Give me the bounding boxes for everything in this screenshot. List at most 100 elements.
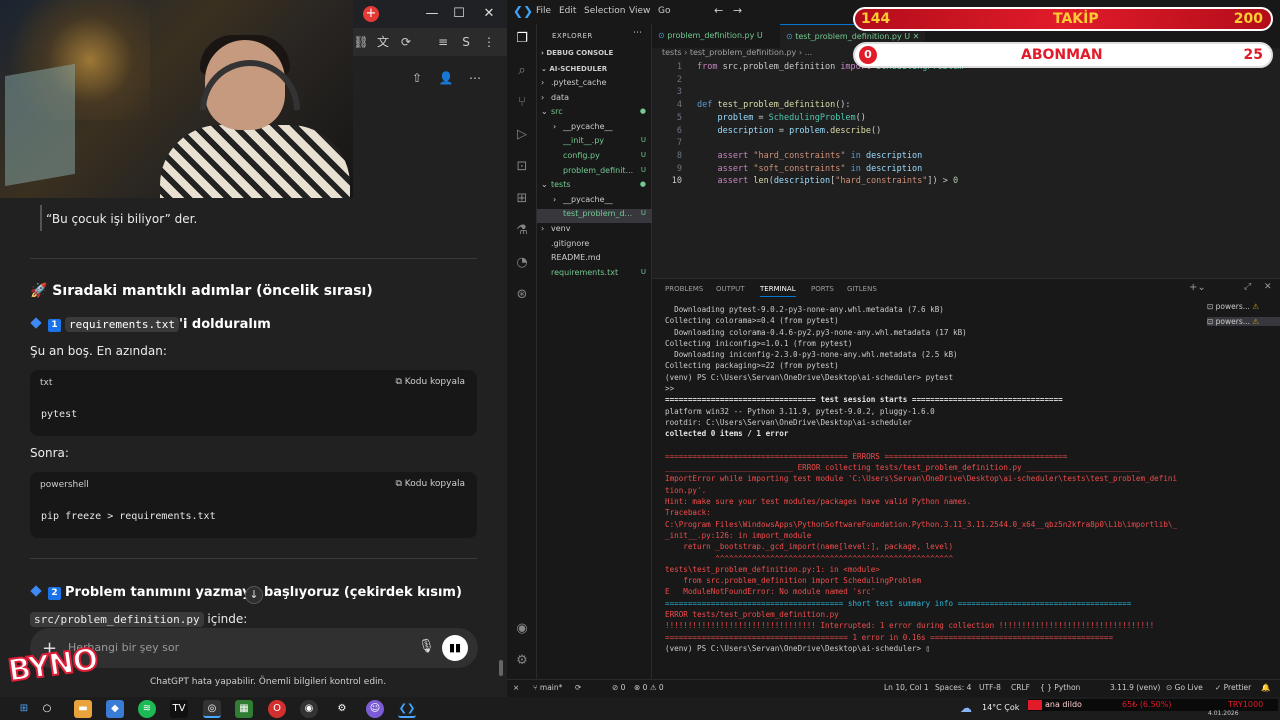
copilot-icon[interactable]: ◆	[106, 700, 124, 718]
maximize-panel-icon[interactable]: ⤢	[1244, 282, 1251, 292]
tree-item[interactable]: ⌄ src ●	[537, 107, 652, 121]
code-line[interactable]: assert "soft_constraints" in description	[697, 164, 922, 174]
browser-icon[interactable]: ◉	[300, 700, 318, 718]
cursor-position[interactable]: Ln 10, Col 1	[884, 683, 929, 692]
search-icon[interactable]: ○	[38, 700, 56, 718]
ports-status[interactable]: ⊘ 0	[612, 683, 625, 692]
start-icon[interactable]: ⊞	[15, 700, 33, 718]
tree-item[interactable]: test_problem_d... U	[537, 209, 652, 224]
branch-status[interactable]: ⑂ main*	[533, 683, 562, 692]
language-status[interactable]: { } Python	[1040, 683, 1080, 692]
translate-icon[interactable]: 文	[375, 34, 391, 50]
notifications-icon[interactable]: 🔔	[1261, 683, 1270, 692]
code-line[interactable]: def test_problem_definition():	[697, 100, 851, 110]
search-icon[interactable]: ⌕	[507, 58, 537, 84]
run-debug-icon[interactable]: ▷	[507, 122, 537, 148]
menu-selection[interactable]: Selection	[584, 6, 625, 16]
menu-icon[interactable]: ⋮	[481, 34, 497, 50]
testing-icon[interactable]: ⚗	[507, 218, 537, 244]
tree-item[interactable]: › __pycache__	[537, 195, 652, 209]
tree-item[interactable]: README.md	[537, 253, 652, 267]
menu-go[interactable]: Go	[658, 6, 670, 16]
more-icon[interactable]: ⋯	[467, 70, 483, 86]
vscode-taskbar-icon[interactable]: ❮❯	[398, 700, 416, 718]
scrollbar-thumb[interactable]	[499, 660, 503, 676]
breadcrumb[interactable]: tests › test_problem_definition.py › ...	[662, 48, 812, 57]
share-icon[interactable]: ⇧	[409, 70, 425, 86]
spotify-icon[interactable]: ≋	[138, 700, 156, 718]
settings-gear-icon[interactable]: ⚙	[507, 648, 537, 674]
tree-item[interactable]: › __pycache__	[537, 122, 652, 136]
remote-indicator-icon[interactable]: ⨯	[513, 683, 519, 692]
encoding-status[interactable]: UTF-8	[979, 683, 1001, 692]
forward-arrow-icon[interactable]: →	[733, 4, 742, 17]
gitlens-icon[interactable]: ◔	[507, 250, 537, 276]
terminal-session[interactable]: ⊡ powers... ⚠	[1207, 302, 1259, 311]
indent-status[interactable]: Spaces: 4	[935, 683, 971, 692]
tab-gitlens[interactable]: GITLENS	[847, 285, 877, 293]
copy-code-button[interactable]: ⧉ Kodu kopyala	[395, 377, 465, 387]
microphone-icon[interactable]: 🎙	[418, 639, 435, 654]
opera-icon[interactable]: O	[268, 700, 286, 718]
more-actions-icon[interactable]: ⋯	[633, 28, 642, 38]
tab-ports[interactable]: PORTS	[811, 285, 834, 293]
copy-code-button[interactable]: ⧉ Kodu kopyala	[395, 479, 465, 489]
tree-item[interactable]: __init__.py U	[537, 136, 652, 150]
tree-item[interactable]: › data	[537, 93, 652, 107]
add-user-icon[interactable]: 👤	[438, 70, 454, 86]
new-tab-icon[interactable]: +	[363, 6, 379, 22]
menu-edit[interactable]: Edit	[559, 6, 576, 16]
tree-item[interactable]: problem_definit... U	[537, 166, 652, 180]
source-control-icon[interactable]: ⑂	[507, 90, 537, 116]
prettier-status[interactable]: ✓ Prettier	[1215, 683, 1251, 692]
tree-item[interactable]: config.py U	[537, 151, 652, 165]
back-arrow-icon[interactable]: ←	[714, 4, 723, 17]
media-icon[interactable]: ≡	[435, 34, 451, 50]
voice-mode-button[interactable]: ▮▮	[442, 635, 468, 661]
tab-problems[interactable]: PROBLEMS	[665, 285, 703, 293]
store-icon[interactable]: ▦	[235, 700, 253, 718]
code-line[interactable]: assert len(description["hard_constraints…	[697, 176, 958, 186]
explorer-icon[interactable]: ❐	[507, 26, 537, 52]
steam-icon[interactable]: ⚙	[333, 700, 351, 718]
tree-item[interactable]: .gitignore	[537, 239, 652, 253]
code-line[interactable]: assert "hard_constraints" in description	[697, 151, 922, 161]
tree-item[interactable]: ⌄ tests ●	[537, 180, 652, 194]
extension-icon[interactable]: ⟳	[398, 34, 414, 50]
maximize-icon[interactable]: ☐	[445, 4, 473, 24]
minimize-icon[interactable]: —	[418, 4, 446, 24]
scroll-down-button[interactable]: ↓	[245, 586, 263, 604]
tab-terminal[interactable]: TERMINAL	[760, 285, 796, 297]
terminal-session[interactable]: ⊡ powers... ⚠	[1207, 317, 1280, 326]
code-line[interactable]: problem = SchedulingProblem()	[697, 113, 865, 123]
menu-file[interactable]: File	[536, 6, 551, 16]
code-editor[interactable]: 1from src.problem_definition import Sche…	[652, 60, 1280, 275]
menu-view[interactable]: View	[629, 6, 650, 16]
project-section[interactable]: ⌄ AI-SCHEDULER	[541, 65, 607, 73]
link-icon[interactable]: ⛓	[353, 34, 369, 50]
new-terminal-icon[interactable]: +⌄	[1189, 282, 1206, 293]
tree-item[interactable]: › .pytest_cache	[537, 78, 652, 92]
go-live-button[interactable]: ⊙ Go Live	[1166, 683, 1203, 692]
tab-problem-definition[interactable]: ⊙ problem_definition.py U	[652, 24, 769, 48]
sync-icon[interactable]: ⟳	[575, 683, 581, 692]
extensions-icon[interactable]: ⊞	[507, 186, 537, 212]
problems-status[interactable]: ⊗ 0 ⚠ 0	[634, 683, 664, 692]
account-icon[interactable]: ◉	[507, 616, 537, 642]
discord-icon[interactable]: ☺	[366, 700, 384, 718]
tradingview-icon[interactable]: TV	[170, 700, 188, 718]
file-explorer-icon[interactable]: ▬	[74, 700, 92, 718]
close-icon[interactable]: ✕	[475, 4, 503, 24]
chrome-icon[interactable]: ◎	[203, 700, 221, 718]
timeline-icon[interactable]: ⊛	[507, 282, 537, 308]
close-panel-icon[interactable]: ✕	[1264, 282, 1272, 292]
remote-icon[interactable]: ⊡	[507, 154, 537, 180]
interpreter-status[interactable]: 3.11.9 (venv)	[1110, 683, 1160, 692]
tree-item[interactable]: requirements.txt U	[537, 268, 652, 282]
s-extension-icon[interactable]: S	[458, 34, 474, 50]
tab-output[interactable]: OUTPUT	[716, 285, 745, 293]
code-line[interactable]: description = problem.describe()	[697, 126, 881, 136]
terminal-output[interactable]: Downloading pytest-9.0.2-py3-none-any.wh…	[665, 304, 1200, 674]
eol-status[interactable]: CRLF	[1011, 683, 1030, 692]
tree-item[interactable]: › venv	[537, 224, 652, 238]
